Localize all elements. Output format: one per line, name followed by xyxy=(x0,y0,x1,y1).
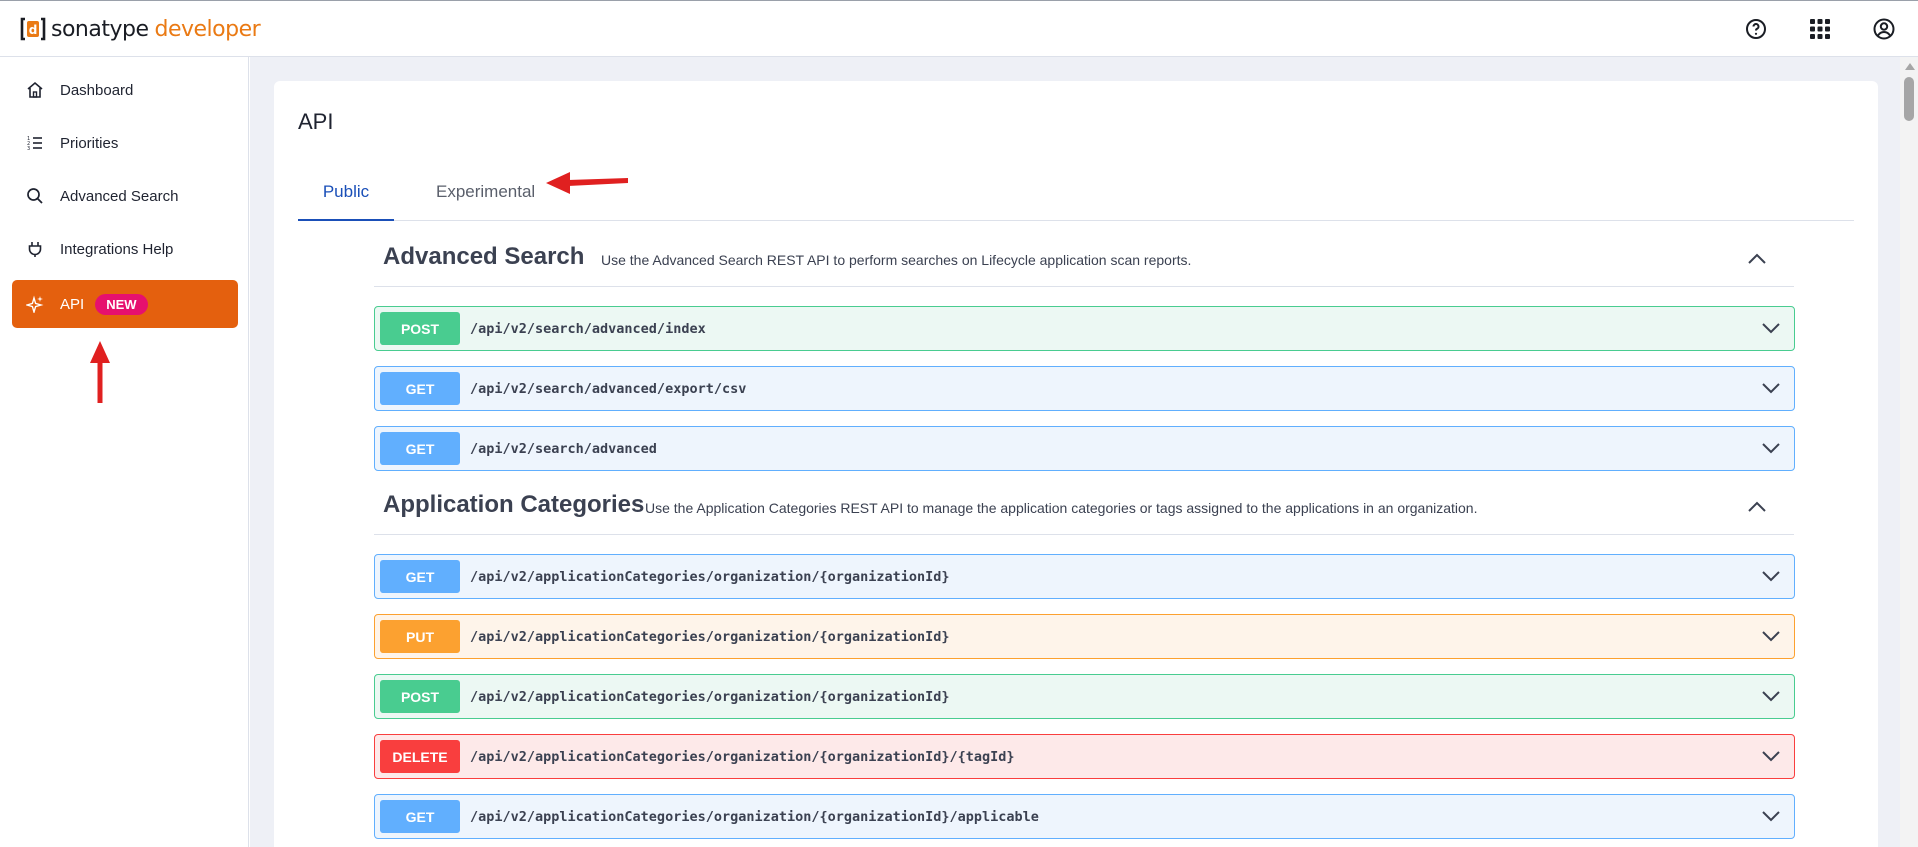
sidebar-item-label: API xyxy=(60,295,85,313)
sidebar-item-priorities[interactable]: 123 Priorities xyxy=(12,120,238,166)
apps-grid-icon[interactable] xyxy=(1808,17,1832,41)
sidebar-item-api[interactable]: API NEW xyxy=(12,280,238,328)
chevron-down-icon[interactable] xyxy=(1762,381,1780,395)
search-icon xyxy=(25,186,45,206)
annotation-arrow-left xyxy=(546,172,628,194)
operation-path: /api/v2/applicationCategories/organizati… xyxy=(470,748,1015,765)
operation-row[interactable]: DELETE /api/v2/applicationCategories/org… xyxy=(374,734,1795,779)
tab-public[interactable]: Public xyxy=(298,177,394,221)
priorities-list-icon: 123 xyxy=(25,133,45,153)
chevron-down-icon[interactable] xyxy=(1762,689,1780,703)
api-tabs: Public Experimental xyxy=(298,177,1854,221)
operation-path: /api/v2/search/advanced/index xyxy=(470,320,706,337)
page-title: API xyxy=(298,109,334,134)
sidebar: Dashboard 123 Priorities Advanced Search… xyxy=(0,57,249,847)
product-name: developer xyxy=(154,16,261,42)
operation-row[interactable]: GET /api/v2/applicationCategories/organi… xyxy=(374,794,1795,839)
sidebar-item-dashboard[interactable]: Dashboard xyxy=(12,67,238,113)
scrollbar-thumb[interactable] xyxy=(1904,77,1914,121)
chevron-down-icon[interactable] xyxy=(1762,441,1780,455)
page-scrollbar[interactable] xyxy=(1900,57,1918,847)
chevron-up-icon[interactable] xyxy=(1748,253,1766,265)
sparkle-icon xyxy=(25,294,45,314)
operation-row[interactable]: GET /api/v2/applicationCategories/organi… xyxy=(374,554,1795,599)
method-badge: GET xyxy=(380,560,460,593)
operation-row[interactable]: POST /api/v2/applicationCategories/organ… xyxy=(374,674,1795,719)
section-title: Advanced Search xyxy=(383,243,585,270)
brand-name: sonatype xyxy=(51,16,149,42)
chevron-down-icon[interactable] xyxy=(1762,809,1780,823)
sonatype-logo-mark-icon: d xyxy=(20,17,46,41)
section-advanced-search[interactable]: Advanced Search Use the Advanced Search … xyxy=(374,231,1794,287)
section-application-categories[interactable]: Application Categories Use the Applicati… xyxy=(374,479,1794,535)
svg-text:3: 3 xyxy=(27,146,30,152)
chevron-down-icon[interactable] xyxy=(1762,569,1780,583)
sonatype-logo[interactable]: d sonatype developer xyxy=(19,15,261,43)
operation-path: /api/v2/applicationCategories/organizati… xyxy=(470,688,950,705)
plug-icon xyxy=(25,239,45,259)
account-icon[interactable] xyxy=(1872,17,1896,41)
sidebar-item-label: Integrations Help xyxy=(60,240,174,258)
annotation-arrow-up xyxy=(90,341,110,403)
operation-path: /api/v2/search/advanced/export/csv xyxy=(470,380,747,397)
main-content: API Public Experimental Advanced Search … xyxy=(250,57,1900,847)
operation-path: /api/v2/search/advanced xyxy=(470,440,657,457)
method-badge: POST xyxy=(380,680,460,713)
section-description: Use the Advanced Search REST API to perf… xyxy=(601,252,1192,268)
chevron-down-icon[interactable] xyxy=(1762,749,1780,763)
svg-text:d: d xyxy=(29,23,38,37)
top-header: d sonatype developer xyxy=(0,0,1918,57)
tab-experimental[interactable]: Experimental xyxy=(436,177,535,221)
chevron-up-icon[interactable] xyxy=(1748,501,1766,513)
sidebar-item-integrations-help[interactable]: Integrations Help xyxy=(12,226,238,272)
operation-path: /api/v2/applicationCategories/organizati… xyxy=(470,628,950,645)
section-title: Application Categories xyxy=(383,491,645,518)
help-icon[interactable] xyxy=(1744,17,1768,41)
method-badge: GET xyxy=(380,432,460,465)
operation-row[interactable]: GET /api/v2/search/advanced/export/csv xyxy=(374,366,1795,411)
chevron-down-icon[interactable] xyxy=(1762,629,1780,643)
sidebar-item-label: Advanced Search xyxy=(60,187,179,205)
operation-row[interactable]: GET /api/v2/search/advanced xyxy=(374,426,1795,471)
operation-row[interactable]: POST /api/v2/search/advanced/index xyxy=(374,306,1795,351)
api-card: API Public Experimental Advanced Search … xyxy=(274,81,1878,847)
scroll-up-arrow-icon[interactable] xyxy=(1905,63,1915,70)
method-badge: DELETE xyxy=(380,740,460,773)
new-badge: NEW xyxy=(95,293,148,315)
operation-path: /api/v2/applicationCategories/organizati… xyxy=(470,808,1039,825)
chevron-down-icon[interactable] xyxy=(1762,321,1780,335)
home-icon xyxy=(25,80,45,100)
method-badge: GET xyxy=(380,800,460,833)
sidebar-item-advanced-search[interactable]: Advanced Search xyxy=(12,173,238,219)
sidebar-item-label: Priorities xyxy=(60,134,119,152)
method-badge: PUT xyxy=(380,620,460,653)
method-badge: POST xyxy=(380,312,460,345)
sidebar-item-label: Dashboard xyxy=(60,81,134,99)
method-badge: GET xyxy=(380,372,460,405)
operation-path: /api/v2/applicationCategories/organizati… xyxy=(470,568,950,585)
operation-row[interactable]: PUT /api/v2/applicationCategories/organi… xyxy=(374,614,1795,659)
section-description: Use the Application Categories REST API … xyxy=(645,500,1478,516)
